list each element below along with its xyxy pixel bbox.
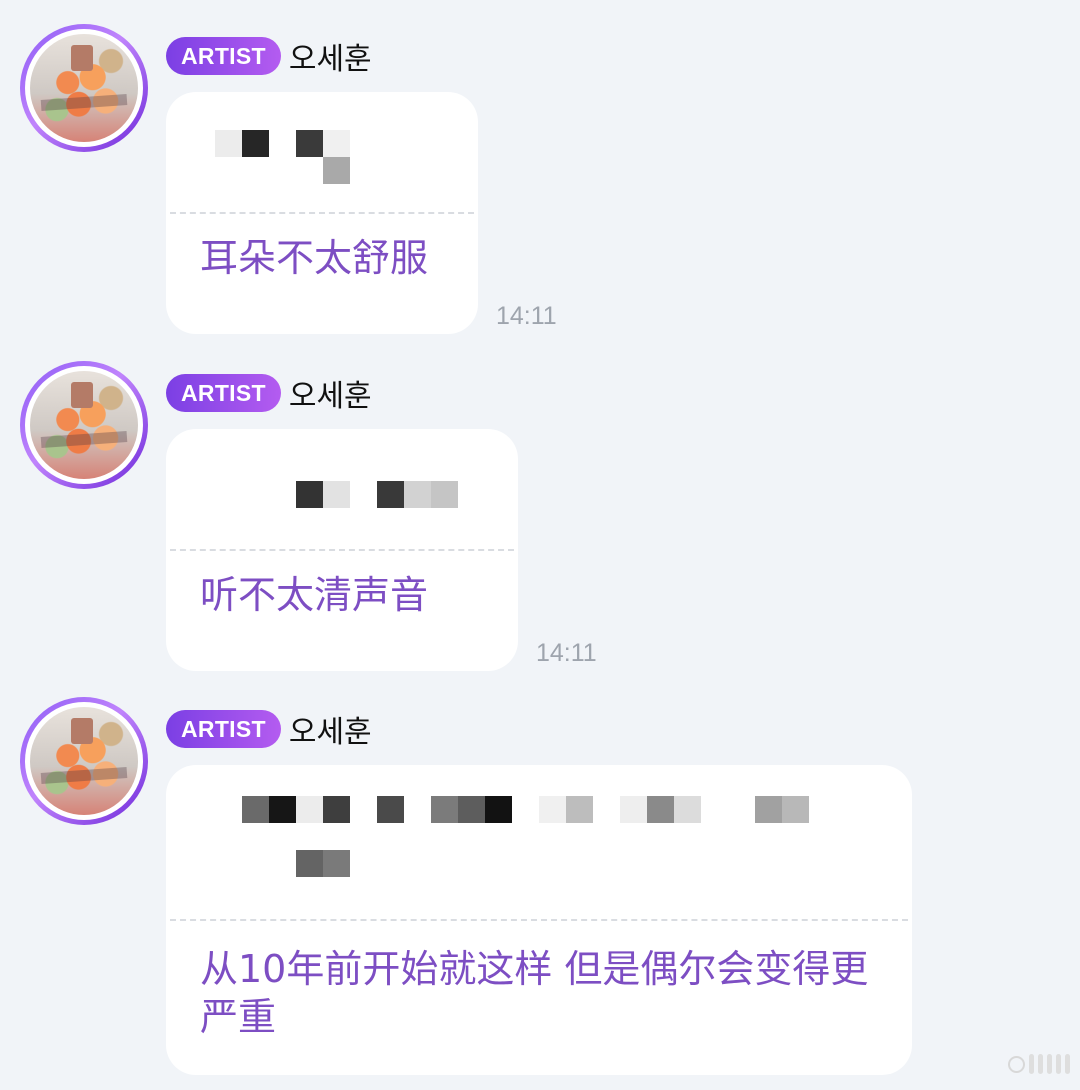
message-bubble[interactable]: 从10年前开始就这样 但是偶尔会变得更严重 xyxy=(166,765,912,1075)
weibo-watermark-icon xyxy=(1008,1054,1070,1074)
avatar-photo xyxy=(30,707,138,815)
avatar-photo xyxy=(30,371,138,479)
artist-avatar[interactable] xyxy=(20,24,148,152)
artist-badge: ARTIST xyxy=(166,37,281,75)
original-text-blurred xyxy=(166,765,912,919)
message-bubble[interactable]: 耳朵不太舒服 xyxy=(166,92,478,334)
artist-badge: ARTIST xyxy=(166,710,281,748)
artist-name: 오세훈 xyxy=(288,379,372,414)
chat-message: ARTIST 오세훈 从10年前开始就这样 但是偶尔会变得更严重 xyxy=(0,673,1080,1090)
chat-screen: { "messages": [ { "artist_badge": "ARTIS… xyxy=(0,0,1080,1090)
artist-avatar[interactable] xyxy=(20,361,148,489)
avatar-photo xyxy=(30,34,138,142)
artist-badge: ARTIST xyxy=(166,374,281,412)
message-time: 14:11 xyxy=(496,302,557,330)
chat-message: ARTIST 오세훈 耳朵不太舒服 14:11 xyxy=(0,0,1080,340)
original-text-blurred xyxy=(166,429,518,549)
message-time: 14:11 xyxy=(536,639,597,667)
translation-text: 耳朵不太舒服 xyxy=(200,236,429,280)
artist-name: 오세훈 xyxy=(288,42,372,77)
artist-avatar[interactable] xyxy=(20,697,148,825)
message-header: ARTIST 오세훈 xyxy=(166,709,372,750)
message-header: ARTIST 오세훈 xyxy=(166,373,372,414)
translation-text: 听不太清声音 xyxy=(200,573,429,617)
translation-text: 从10年前开始就这样 但是偶尔会变得更严重 xyxy=(200,947,869,1039)
message-header: ARTIST 오세훈 xyxy=(166,36,372,77)
chat-message: ARTIST 오세훈 听不太清声音 14:11 xyxy=(0,337,1080,677)
original-text-blurred xyxy=(166,92,478,212)
message-bubble[interactable]: 听不太清声音 xyxy=(166,429,518,671)
artist-name: 오세훈 xyxy=(288,715,372,750)
